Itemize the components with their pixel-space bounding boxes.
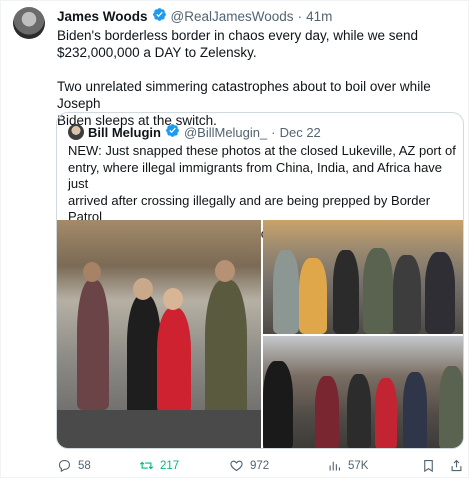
reply-icon: [58, 459, 71, 473]
quoted-tweet-header: Bill Melugin @BillMelugin_ · Dec 22: [68, 123, 321, 141]
photo-queue[interactable]: [263, 336, 463, 448]
tweet-header: James Woods @RealJamesWoods · 41m: [57, 7, 332, 25]
quoted-text-line: NEW: Just snapped these photos at the cl…: [68, 143, 456, 158]
bookmark-button[interactable]: [421, 458, 436, 473]
like-icon: [230, 460, 243, 472]
like-count: 972: [250, 459, 270, 472]
tweet-card[interactable]: James Woods @RealJamesWoods · 41m Biden'…: [0, 0, 469, 478]
separator-dot: ·: [297, 8, 303, 24]
action-bar: 58 217 972 57K: [57, 458, 465, 478]
retweet-count: 217: [160, 459, 180, 472]
tweet-text-line: $232,000,000 a DAY to Zelensky.: [57, 45, 257, 60]
author-avatar[interactable]: [13, 7, 45, 39]
quoted-text-line: entry, where illegal immigrants from Chi…: [68, 159, 443, 192]
like-button[interactable]: 972: [229, 458, 269, 473]
separator-dot: ·: [271, 124, 276, 140]
share-icon: [451, 459, 462, 472]
verified-badge-icon: [152, 7, 167, 25]
views-button[interactable]: 57K: [327, 458, 368, 473]
reply-button[interactable]: 58: [57, 458, 91, 473]
retweet-button[interactable]: 217: [139, 458, 179, 473]
retweet-icon: [139, 461, 154, 470]
verified-badge-icon: [165, 123, 180, 141]
quoted-author-avatar[interactable]: [68, 124, 84, 140]
author-handle[interactable]: @RealJamesWoods: [171, 9, 294, 24]
photo-border-patrol[interactable]: [263, 220, 463, 334]
views-icon: [329, 461, 341, 471]
reply-count: 58: [78, 459, 91, 472]
views-count: 57K: [348, 459, 369, 472]
quoted-author-handle[interactable]: @BillMelugin_: [184, 125, 267, 140]
author-name[interactable]: James Woods: [57, 9, 148, 24]
quoted-author-name[interactable]: Bill Melugin: [88, 125, 161, 140]
quoted-tweet-date[interactable]: Dec 22: [280, 125, 321, 140]
photo-crowd-main[interactable]: [57, 220, 261, 448]
tweet-text-line: Two unrelated simmering catastrophes abo…: [57, 79, 431, 111]
bookmark-icon: [424, 459, 433, 473]
quoted-tweet[interactable]: Bill Melugin @BillMelugin_ · Dec 22 NEW:…: [56, 112, 464, 449]
tweet-time[interactable]: 41m: [306, 9, 332, 24]
photo-grid: [57, 220, 463, 448]
share-button[interactable]: [449, 458, 464, 473]
tweet-text-line: Biden's borderless border in chaos every…: [57, 28, 419, 43]
